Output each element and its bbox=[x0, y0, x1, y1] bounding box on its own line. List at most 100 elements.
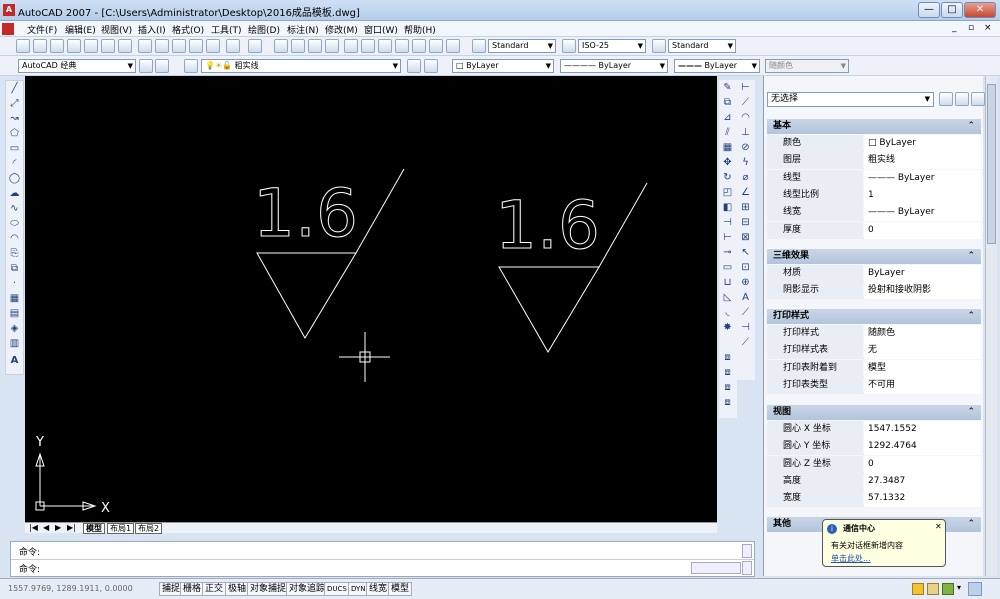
polar-toggle[interactable]: 极轴 bbox=[225, 582, 250, 596]
ellipse-arc-icon[interactable]: ◠ bbox=[8, 233, 21, 245]
command-scroll-up[interactable] bbox=[742, 544, 752, 558]
doc-minimize-button[interactable]: _ bbox=[952, 23, 957, 33]
property-row[interactable]: 打印样式表无 bbox=[767, 342, 981, 360]
zoom-previous-icon[interactable] bbox=[325, 39, 339, 53]
tab-prev-button[interactable]: ◀ bbox=[41, 523, 51, 534]
dim-baseline-icon[interactable]: ⊟ bbox=[739, 217, 752, 229]
explode-icon[interactable]: ✸ bbox=[721, 322, 734, 334]
section-header[interactable]: 视图 ⌃ bbox=[767, 405, 981, 420]
match-properties-icon[interactable] bbox=[189, 39, 203, 53]
layer-previous-icon[interactable] bbox=[424, 59, 438, 73]
section-header[interactable]: 三维效果 ⌃ bbox=[767, 249, 981, 264]
clean-screen-icon[interactable] bbox=[968, 582, 982, 596]
construction-line-icon[interactable]: ⤢ bbox=[8, 98, 21, 110]
revcloud-icon[interactable]: ☁ bbox=[8, 188, 21, 200]
menu-tools[interactable]: 工具(T) bbox=[211, 23, 242, 36]
menu-window[interactable]: 窗口(W) bbox=[364, 23, 398, 36]
otrack-toggle[interactable]: 对象追踪 bbox=[286, 582, 329, 596]
doc-restore-button[interactable]: ▫ bbox=[968, 23, 974, 33]
dim-style-manager-icon[interactable]: ⟋ bbox=[739, 337, 752, 349]
menu-modify[interactable]: 修改(M) bbox=[325, 23, 358, 36]
section-header[interactable]: 打印样式 ⌃ bbox=[767, 309, 981, 324]
polyline-icon[interactable]: ↝ bbox=[8, 113, 21, 125]
workspace-select[interactable]: AutoCAD 经典 ▼ bbox=[18, 59, 136, 73]
property-row[interactable]: 阴影显示 投射和接收阴影 bbox=[767, 282, 981, 300]
dim-radius-icon[interactable]: ⊘ bbox=[739, 142, 752, 154]
layer-select[interactable]: 💡☀🔓 粗实线 ▼ bbox=[201, 59, 401, 73]
polygon-icon[interactable]: ⬠ bbox=[8, 128, 21, 140]
arc-icon[interactable]: ◜ bbox=[8, 158, 21, 170]
tab-last-button[interactable]: ▶| bbox=[65, 523, 78, 534]
mtext-icon[interactable]: A bbox=[8, 355, 21, 367]
center-mark-icon[interactable]: ⊕ bbox=[739, 277, 752, 289]
property-value[interactable]: ——— ByLayer bbox=[864, 204, 981, 222]
copy-object-icon[interactable]: ⧉ bbox=[721, 97, 734, 109]
property-row[interactable]: 打印表类型 不可用 bbox=[767, 376, 981, 394]
property-row[interactable]: 圆心 X 坐标 1547.1552 bbox=[767, 421, 981, 438]
extend-icon[interactable]: ⊢ bbox=[721, 232, 734, 244]
property-row[interactable]: 颜色 □ ByLayer bbox=[767, 135, 981, 152]
break-icon[interactable]: ▭ bbox=[721, 262, 734, 274]
dim-text-edit-icon[interactable]: ⟋ bbox=[739, 307, 752, 319]
dim-update-icon[interactable]: ⊣ bbox=[739, 322, 752, 334]
maximize-button[interactable]: □ bbox=[941, 2, 963, 18]
property-value[interactable]: 0 bbox=[864, 221, 981, 239]
close-button[interactable]: ✕ bbox=[964, 2, 996, 18]
circle-icon[interactable]: ◯ bbox=[8, 173, 21, 185]
design-center-icon[interactable] bbox=[361, 39, 375, 53]
dim-style-select[interactable]: ISO-25 ▼ bbox=[578, 39, 646, 53]
dim-diameter-icon[interactable]: ⌀ bbox=[739, 172, 752, 184]
bring-front-icon[interactable]: ⧈ bbox=[721, 367, 734, 379]
hatch-icon[interactable]: ▦ bbox=[8, 293, 21, 305]
bubble-close-icon[interactable]: ✕ bbox=[935, 522, 942, 531]
dim-jogged-icon[interactable]: ϟ bbox=[739, 157, 752, 169]
stretch-icon[interactable]: ◧ bbox=[721, 202, 734, 214]
osnap-toggle[interactable]: 对象捕捉 bbox=[247, 582, 290, 596]
toolbar-lock-icon[interactable] bbox=[927, 583, 939, 595]
dim-ordinate-icon[interactable]: ⊥ bbox=[739, 127, 752, 139]
insert-block-icon[interactable]: ⎘ bbox=[8, 248, 21, 260]
scroll-thumb[interactable] bbox=[987, 84, 996, 244]
fillet-icon[interactable]: ◟ bbox=[721, 307, 734, 319]
calculator-icon[interactable] bbox=[429, 39, 443, 53]
gradient-icon[interactable]: ▤ bbox=[8, 308, 21, 320]
property-row[interactable]: 圆心 Y 坐标 1292.4764 bbox=[767, 438, 981, 456]
menu-insert[interactable]: 插入(I) bbox=[138, 23, 166, 36]
tolerance-icon[interactable]: ⊡ bbox=[739, 262, 752, 274]
collapse-icon[interactable]: ⌃ bbox=[967, 405, 975, 420]
break-point-icon[interactable]: ⊸ bbox=[721, 247, 734, 259]
bubble-link[interactable]: 单击此处... bbox=[831, 553, 871, 564]
communication-center-bubble[interactable]: i 通信中心 ✕ 有关对话框新增内容 单击此处... bbox=[822, 519, 946, 567]
menu-draw[interactable]: 绘图(D) bbox=[248, 23, 280, 36]
pan-icon[interactable] bbox=[274, 39, 288, 53]
command-scroll-down[interactable] bbox=[742, 561, 752, 575]
region-icon[interactable]: ◈ bbox=[8, 323, 21, 335]
roughness-value-2[interactable]: 1.6 bbox=[495, 187, 601, 265]
property-row[interactable]: 打印样式 随颜色 bbox=[767, 325, 981, 342]
tab-layout1[interactable]: 布局1 bbox=[107, 523, 135, 534]
property-value[interactable]: 27.3487 bbox=[864, 472, 981, 490]
ortho-toggle[interactable]: 正交 bbox=[202, 582, 227, 596]
property-value[interactable]: 57.1332 bbox=[864, 490, 981, 508]
property-value[interactable]: 1547.1552 bbox=[864, 421, 981, 438]
property-value[interactable]: 1 bbox=[864, 186, 981, 204]
property-value[interactable]: 不可用 bbox=[864, 376, 981, 394]
line-icon[interactable]: ╱ bbox=[8, 83, 21, 95]
property-value[interactable]: 无 bbox=[864, 342, 981, 360]
dim-aligned-icon[interactable]: ⟋ bbox=[739, 97, 752, 109]
menu-help[interactable]: 帮助(H) bbox=[404, 23, 436, 36]
3d-dwf-icon[interactable] bbox=[118, 39, 132, 53]
erase-icon[interactable]: ✎ bbox=[721, 82, 734, 94]
chamfer-icon[interactable]: ◺ bbox=[721, 292, 734, 304]
dim-angular-icon[interactable]: ∠ bbox=[739, 187, 752, 199]
join-icon[interactable]: ⊔ bbox=[721, 277, 734, 289]
save-icon[interactable] bbox=[50, 39, 64, 53]
layer-manager-icon[interactable] bbox=[184, 59, 198, 73]
open-icon[interactable] bbox=[33, 39, 47, 53]
point-icon[interactable]: · bbox=[8, 278, 21, 290]
ducs-toggle[interactable]: DUCS bbox=[324, 582, 350, 596]
property-row[interactable]: 高度 27.3487 bbox=[767, 472, 981, 490]
cut-icon[interactable] bbox=[138, 39, 152, 53]
send-back-icon[interactable]: ⧈ bbox=[721, 382, 734, 394]
property-row[interactable]: 线型比例 1 bbox=[767, 186, 981, 204]
